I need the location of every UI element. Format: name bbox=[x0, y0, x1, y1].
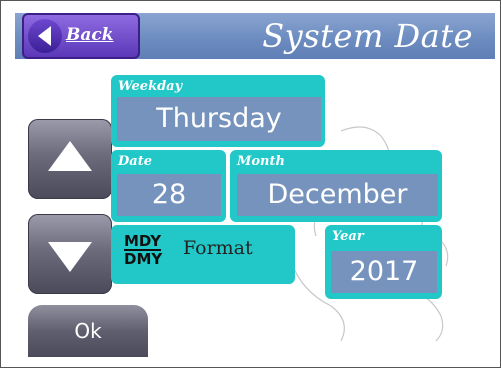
mdy-dmy-format-icon: MDY DMY bbox=[124, 233, 162, 267]
format-icon-dmy: DMY bbox=[124, 250, 163, 268]
month-value: December bbox=[237, 174, 438, 216]
back-label: Back bbox=[66, 25, 114, 45]
ok-label: Ok bbox=[74, 319, 102, 343]
year-label: Year bbox=[332, 229, 364, 244]
date-value: 28 bbox=[117, 174, 221, 216]
system-date-screen: System Date Back Ok Weekday Thursday Dat… bbox=[0, 0, 501, 368]
date-label: Date bbox=[118, 154, 152, 169]
page-title: System Date bbox=[262, 17, 473, 55]
weekday-field[interactable]: Weekday Thursday bbox=[111, 75, 325, 147]
triangle-down-icon bbox=[48, 242, 92, 272]
weekday-value: Thursday bbox=[117, 97, 321, 141]
back-arrow-icon bbox=[28, 19, 62, 53]
increment-up-button[interactable] bbox=[28, 119, 112, 199]
format-toggle-button[interactable]: MDY DMY Format bbox=[111, 225, 295, 284]
date-field[interactable]: Date 28 bbox=[111, 150, 226, 222]
decrement-down-button[interactable] bbox=[28, 214, 112, 294]
back-button[interactable]: Back bbox=[22, 13, 140, 59]
year-field[interactable]: Year 2017 bbox=[325, 225, 442, 299]
format-label: Format bbox=[183, 237, 253, 259]
weekday-label: Weekday bbox=[118, 79, 183, 94]
year-value: 2017 bbox=[331, 251, 437, 293]
month-label: Month bbox=[237, 154, 285, 169]
ok-button[interactable]: Ok bbox=[28, 305, 148, 357]
format-icon-mdy: MDY bbox=[124, 232, 162, 251]
triangle-up-icon bbox=[48, 141, 92, 171]
month-field[interactable]: Month December bbox=[230, 150, 442, 222]
